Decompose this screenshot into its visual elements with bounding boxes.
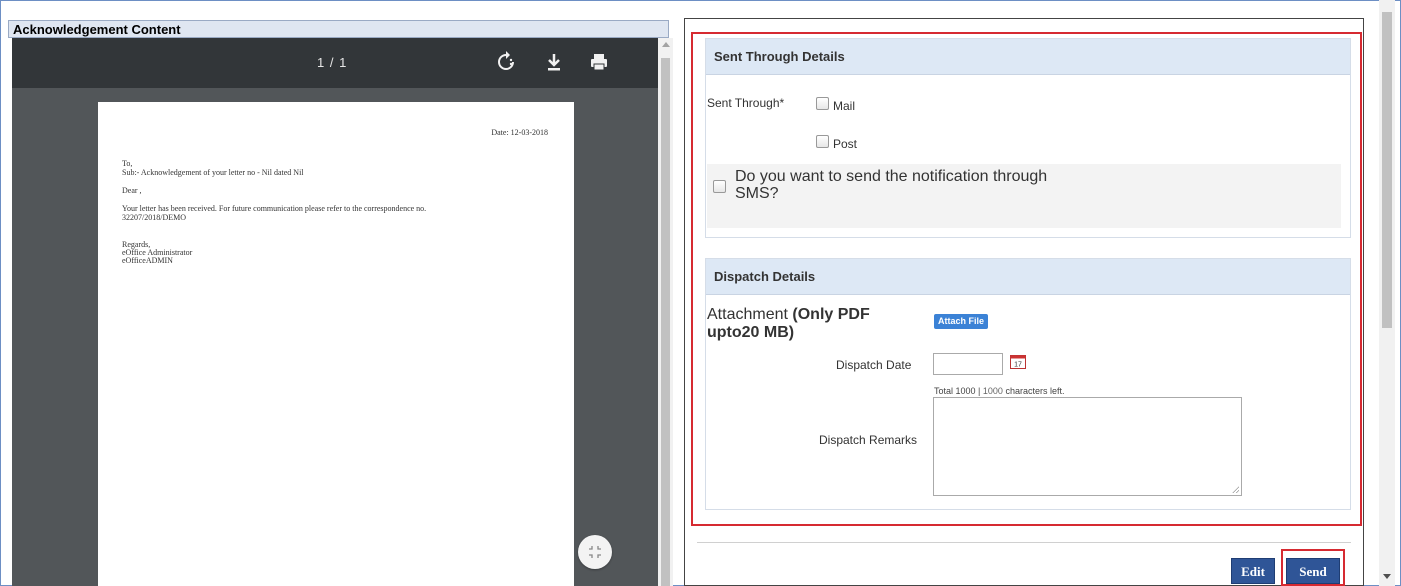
letter-salutation: Dear , [122, 186, 142, 195]
post-option-label: Post [833, 137, 858, 151]
attachment-label: Attachment (Only PDF upto20 MB) [707, 306, 917, 342]
sms-checkbox[interactable] [713, 180, 726, 193]
sent-through-header: Sent Through Details [706, 39, 1350, 75]
attachment-title: Attachment [707, 306, 788, 323]
sent-through-label: Sent Through* [707, 96, 785, 110]
print-icon[interactable] [587, 50, 611, 74]
scroll-down-arrow-icon[interactable] [1383, 574, 1391, 579]
chars-left-suffix: characters left. [1005, 386, 1065, 396]
mail-option-label: Mail [833, 99, 856, 113]
mail-checkbox[interactable] [816, 97, 829, 110]
calendar-icon[interactable]: 17 [1010, 354, 1026, 369]
calendar-day: 17 [1014, 362, 1022, 369]
dispatch-header: Dispatch Details [706, 259, 1350, 295]
page-scrollbar-thumb[interactable] [1382, 12, 1392, 328]
pdf-toolbar: 1 / 1 [12, 38, 658, 88]
chars-total: Total 1000 | [934, 386, 981, 396]
letter-subject: Sub:- Acknowledgement of your letter no … [122, 168, 304, 177]
sms-question: Do you want to send the notification thr… [735, 168, 1048, 202]
chars-left-value: 1000 [982, 386, 1003, 396]
characters-counter: Total 1000 | 1000 characters left. [934, 386, 1064, 396]
rotate-icon[interactable] [494, 50, 518, 74]
resize-grip-icon[interactable] [1232, 486, 1239, 493]
letter-date: Date: 12-03-2018 [491, 128, 548, 137]
edit-button[interactable]: Edit [1231, 558, 1275, 584]
send-button[interactable]: Send [1286, 558, 1340, 584]
scroll-up-arrow-icon[interactable] [662, 42, 670, 47]
attach-file-button[interactable]: Attach File [934, 314, 989, 329]
letter-signature-id: eOfficeADMIN [122, 256, 173, 265]
page-scrollbar[interactable] [1379, 0, 1395, 586]
pdf-scrollbar[interactable] [658, 38, 673, 586]
download-icon[interactable] [542, 50, 566, 74]
pdf-page: Date: 12-03-2018 To, Sub:- Acknowledgeme… [98, 102, 574, 586]
post-checkbox[interactable] [816, 135, 829, 148]
scrollbar-thumb[interactable] [661, 58, 670, 586]
pdf-viewer[interactable]: 1 / 1 Date: 12-03-2018 To, Sub:- Acknowl… [12, 38, 658, 586]
dispatch-date-label: Dispatch Date [836, 358, 912, 372]
page-counter: 1 / 1 [317, 55, 348, 70]
letter-body-line2: 32207/2018/DEMO [122, 213, 186, 222]
panel-title: Acknowledgement Content [8, 20, 669, 38]
dispatch-date-input[interactable] [933, 353, 1003, 375]
fit-to-page-icon[interactable] [578, 535, 612, 569]
footer-divider [697, 542, 1351, 543]
letter-body-line1: Your letter has been received. For futur… [122, 204, 427, 213]
dispatch-remarks-label: Dispatch Remarks [819, 433, 918, 447]
letter-to: To, [122, 159, 133, 168]
dispatch-remarks-textarea[interactable] [933, 397, 1242, 496]
acknowledgement-panel: Acknowledgement Content 1 / 1 Date: 12-0… [8, 20, 673, 586]
